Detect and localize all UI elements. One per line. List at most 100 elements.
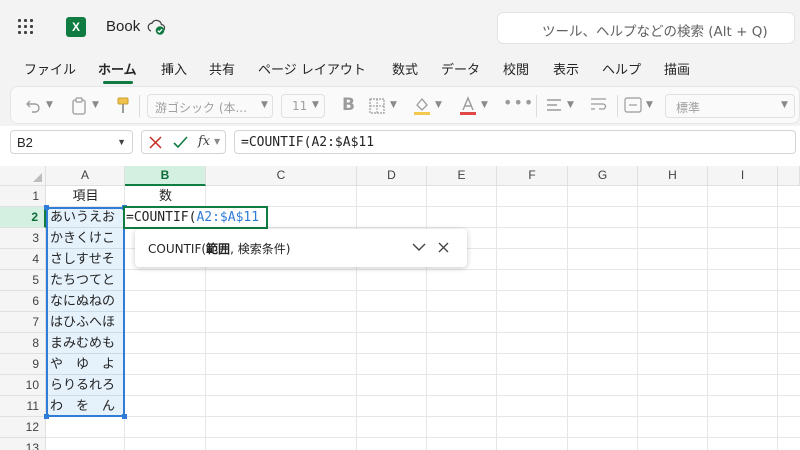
cell-b1[interactable]: 数 bbox=[125, 186, 206, 207]
function-tooltip: COUNTIF(範囲, 検索条件) bbox=[135, 229, 467, 267]
search-input[interactable]: ツール、ヘルプなどの検索 (Alt + Q) bbox=[497, 12, 795, 44]
row-header-10[interactable]: 10 bbox=[0, 375, 46, 396]
cell-a9[interactable]: や ゆ よ bbox=[50, 354, 123, 375]
column-header-g[interactable]: G bbox=[568, 166, 638, 186]
row-header-12[interactable]: 12 bbox=[0, 417, 46, 438]
excel-logo-icon: X bbox=[66, 17, 86, 37]
row-header-9[interactable]: 9 bbox=[0, 354, 46, 375]
wrap-text-icon[interactable] bbox=[590, 97, 608, 113]
merge-chevron-icon[interactable]: ▼ bbox=[646, 100, 653, 110]
cell-a8[interactable]: まみむめも bbox=[50, 333, 123, 354]
enter-check-icon[interactable] bbox=[173, 136, 188, 149]
paste-chevron-icon[interactable]: ▼ bbox=[92, 100, 99, 110]
column-header-i[interactable]: I bbox=[708, 166, 778, 186]
tab-data[interactable]: データ bbox=[441, 59, 480, 78]
column-header-d[interactable]: D bbox=[357, 166, 427, 186]
cell-a11[interactable]: わ を ん bbox=[50, 396, 123, 417]
merge-cells-icon[interactable] bbox=[624, 97, 642, 113]
toolbar-divider bbox=[617, 95, 618, 117]
row-header-5[interactable]: 5 bbox=[0, 270, 46, 291]
column-header-a[interactable]: A bbox=[46, 166, 125, 186]
tab-help[interactable]: ヘルプ bbox=[602, 59, 641, 78]
row-header-13[interactable]: 13 bbox=[0, 438, 46, 450]
cancel-icon[interactable] bbox=[149, 136, 162, 149]
column-header-e[interactable]: E bbox=[427, 166, 497, 186]
font-size-chevron-icon[interactable]: ▼ bbox=[312, 100, 319, 110]
number-format-select[interactable]: 標準 bbox=[665, 94, 795, 118]
gridline bbox=[46, 353, 800, 354]
tab-page-layout[interactable]: ページ レイアウト bbox=[258, 59, 366, 78]
name-box[interactable]: B2 ▼ bbox=[10, 130, 133, 154]
function-arg-range[interactable]: 範囲 bbox=[206, 242, 230, 256]
cell-a1[interactable]: 項目 bbox=[46, 186, 125, 207]
tab-review[interactable]: 校閲 bbox=[503, 59, 529, 78]
borders-chevron-icon[interactable]: ▼ bbox=[390, 100, 397, 110]
tab-insert[interactable]: 挿入 bbox=[161, 59, 187, 78]
borders-icon[interactable] bbox=[369, 98, 385, 114]
gridline bbox=[777, 186, 778, 450]
gridline bbox=[46, 269, 800, 270]
active-cell-editor[interactable]: =COUNTIF(A2:$A$11 bbox=[123, 206, 268, 229]
select-all-button[interactable] bbox=[0, 166, 46, 186]
insert-function-chevron-icon[interactable]: ▼ bbox=[214, 137, 220, 146]
tab-draw[interactable]: 描画 bbox=[664, 59, 690, 78]
tab-home[interactable]: ホーム bbox=[98, 59, 137, 78]
gridline bbox=[567, 186, 568, 450]
tab-view[interactable]: 表示 bbox=[553, 59, 579, 78]
more-options-icon[interactable]: ••• bbox=[503, 93, 534, 112]
name-box-chevron-icon[interactable]: ▼ bbox=[117, 137, 126, 147]
row-header-6[interactable]: 6 bbox=[0, 291, 46, 312]
number-format-chevron-icon[interactable]: ▼ bbox=[781, 100, 788, 110]
cell-a2[interactable]: あいうえお bbox=[50, 207, 123, 228]
undo-chevron-icon[interactable]: ▼ bbox=[46, 100, 53, 110]
row-header-4[interactable]: 4 bbox=[0, 249, 46, 270]
font-name-chevron-icon[interactable]: ▼ bbox=[261, 100, 268, 110]
cell-a5[interactable]: たちつてと bbox=[50, 270, 123, 291]
row-header-3[interactable]: 3 bbox=[0, 228, 46, 249]
tab-share[interactable]: 共有 bbox=[209, 59, 235, 78]
align-icon[interactable] bbox=[546, 98, 562, 112]
cell-a10[interactable]: らりるれろ bbox=[50, 375, 123, 396]
formula-input[interactable]: =COUNTIF(A2:$A$11 bbox=[234, 130, 796, 154]
row-header-11[interactable]: 11 bbox=[0, 396, 46, 417]
range-handle[interactable] bbox=[44, 414, 49, 419]
workbook-title[interactable]: Book bbox=[106, 18, 140, 35]
row-header-2[interactable]: 2 bbox=[0, 207, 46, 228]
undo-icon[interactable] bbox=[25, 98, 41, 114]
column-header-h[interactable]: H bbox=[638, 166, 708, 186]
insert-function-button[interactable]: fx bbox=[198, 134, 210, 149]
cell-a3[interactable]: かきくけこ bbox=[50, 228, 123, 249]
format-painter-icon[interactable] bbox=[116, 97, 130, 115]
tab-file[interactable]: ファイル bbox=[24, 59, 76, 78]
align-chevron-icon[interactable]: ▼ bbox=[567, 100, 574, 110]
row-header-1[interactable]: 1 bbox=[0, 186, 46, 207]
close-icon[interactable] bbox=[438, 242, 449, 253]
gridline bbox=[46, 395, 800, 396]
column-header-f[interactable]: F bbox=[497, 166, 568, 186]
row-header-8[interactable]: 8 bbox=[0, 333, 46, 354]
cell-a4[interactable]: さしすせそ bbox=[50, 249, 123, 270]
cell-a7[interactable]: はひふへほ bbox=[50, 312, 123, 333]
font-color-chevron-icon[interactable]: ▼ bbox=[481, 100, 488, 110]
expand-chevron-icon[interactable] bbox=[412, 242, 426, 252]
column-header-c[interactable]: C bbox=[206, 166, 357, 186]
column-header-partial[interactable] bbox=[778, 166, 800, 186]
font-color-icon[interactable] bbox=[459, 96, 477, 116]
gridline bbox=[46, 311, 800, 312]
column-header-b[interactable]: B bbox=[125, 166, 206, 186]
paste-icon[interactable] bbox=[71, 97, 87, 115]
bold-button[interactable]: B bbox=[342, 95, 355, 115]
toolbar-area: ▼ ▼ 游ゴシック (本... ▼ 11 ▼ B ▼ ▼ ▼ ••• ▼ ▼ 標… bbox=[0, 84, 800, 126]
fill-color-chevron-icon[interactable]: ▼ bbox=[435, 100, 442, 110]
fill-color-icon[interactable] bbox=[413, 96, 431, 116]
function-name[interactable]: COUNTIF( bbox=[148, 242, 206, 256]
title-bar: X Book ツール、ヘルプなどの検索 (Alt + Q) bbox=[0, 0, 800, 54]
app-launcher-icon[interactable] bbox=[18, 19, 34, 35]
cell-a6[interactable]: なにぬねの bbox=[50, 291, 123, 312]
row-header-7[interactable]: 7 bbox=[0, 312, 46, 333]
tab-formulas[interactable]: 数式 bbox=[392, 59, 418, 78]
spreadsheet-grid[interactable]: A B C D E F G H I 1 2 3 4 5 6 7 8 9 10 1… bbox=[0, 166, 800, 450]
gridline bbox=[46, 332, 800, 333]
function-signature: COUNTIF(範囲, 検索条件) bbox=[148, 240, 290, 257]
font-name-select[interactable]: 游ゴシック (本... bbox=[147, 94, 273, 118]
